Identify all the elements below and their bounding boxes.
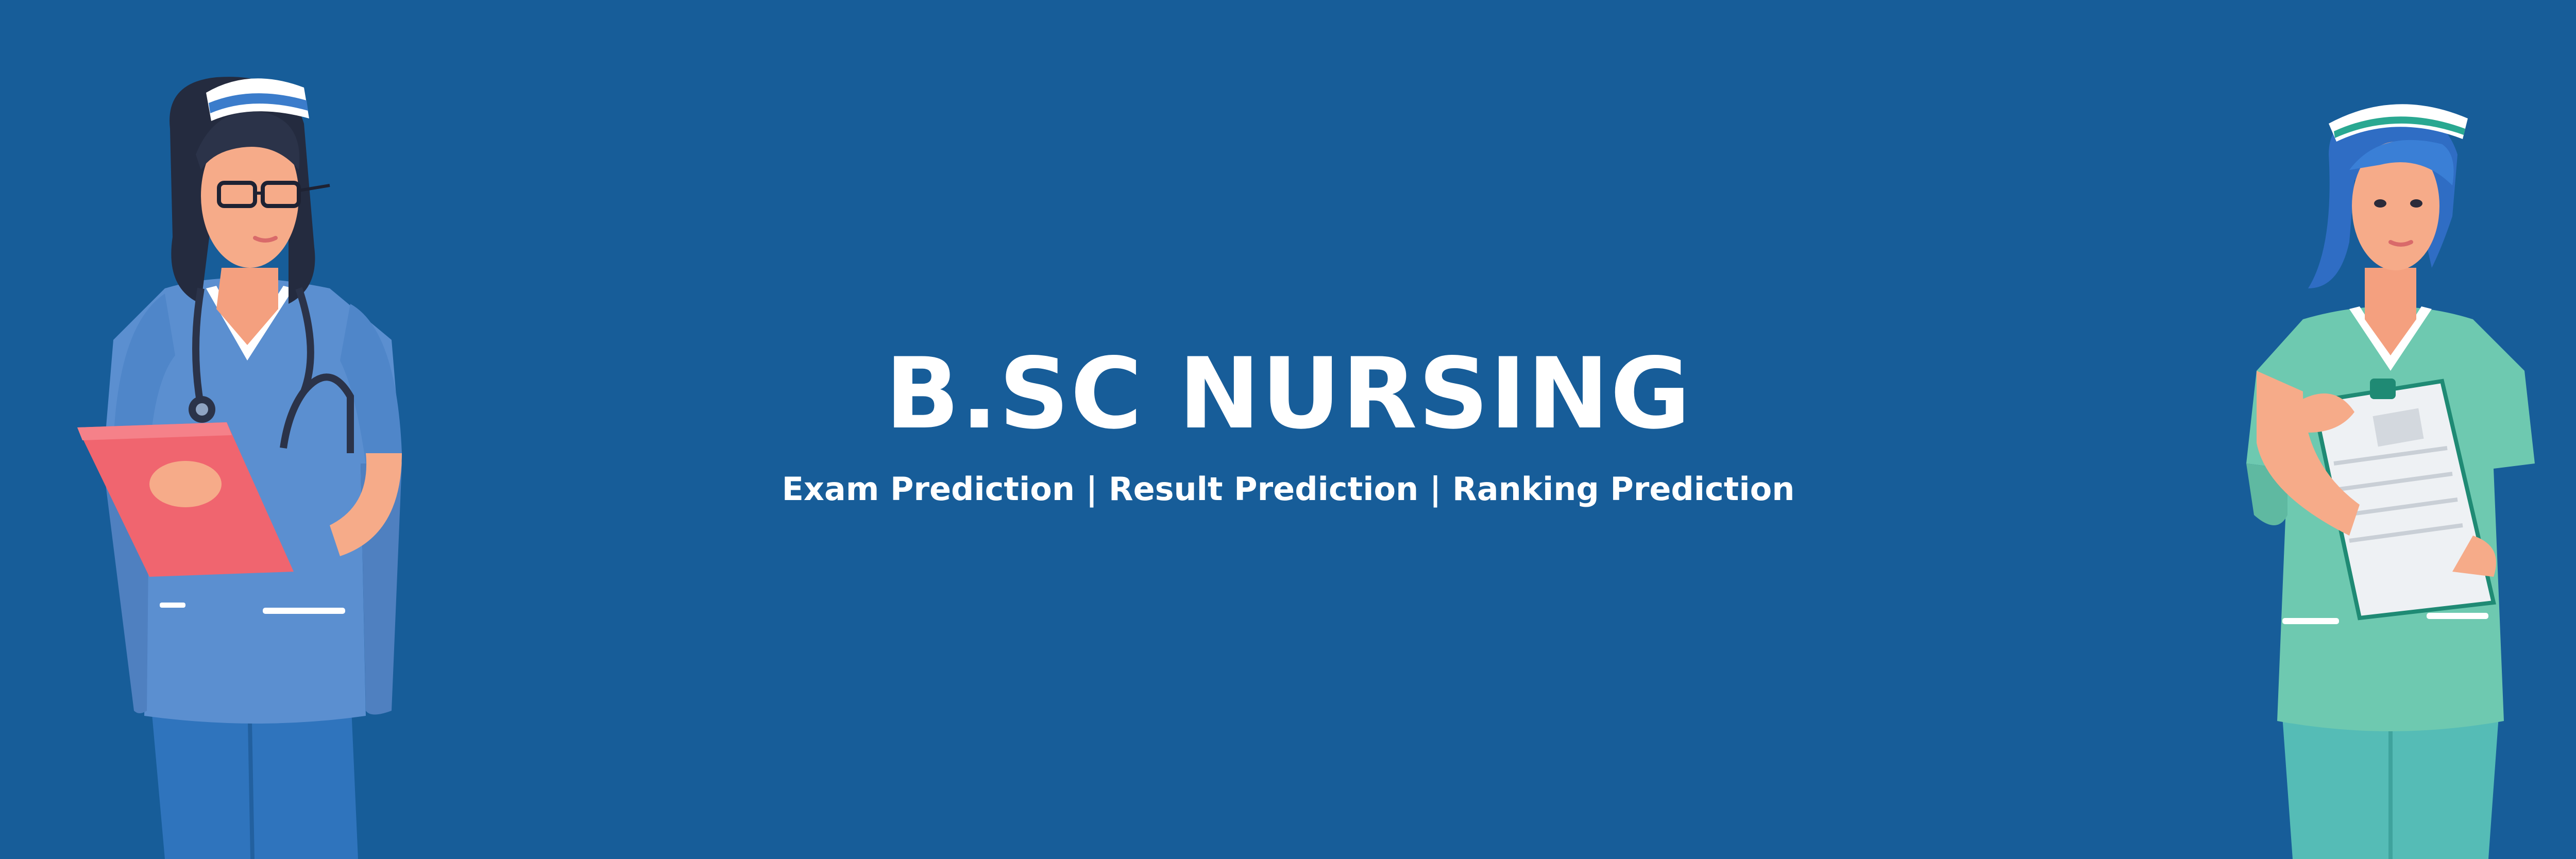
page-title: B.SC NURSING (885, 337, 1692, 451)
banner: B.SC NURSING Exam Prediction | Result Pr… (0, 0, 2576, 859)
page-subtitle: Exam Prediction | Result Prediction | Ra… (782, 470, 1795, 508)
